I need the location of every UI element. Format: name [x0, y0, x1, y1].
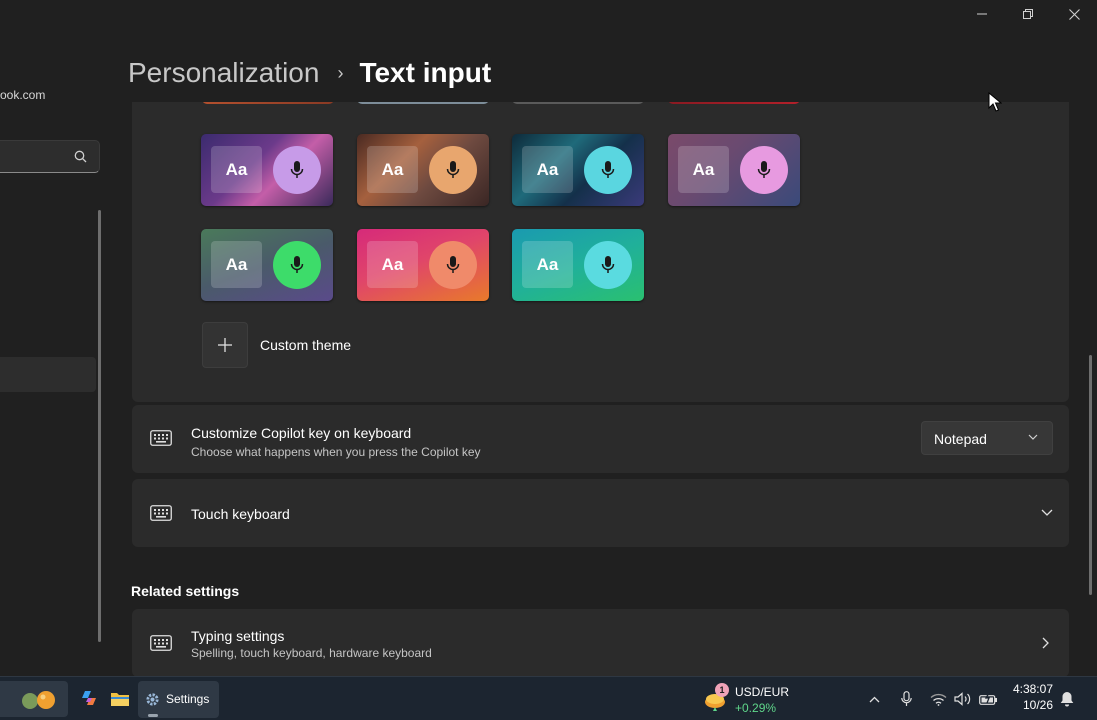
themes-card: Aa Aa Aa Aa Aa Aa Aa Custom theme [132, 102, 1069, 402]
theme-thumb-partial[interactable] [512, 102, 644, 104]
window-controls [959, 0, 1097, 28]
microphone-icon [900, 691, 912, 706]
theme-preview-text: Aa [367, 146, 418, 193]
chevron-right-icon: › [337, 62, 344, 83]
theme-thumb[interactable]: Aa [357, 229, 489, 301]
plus-icon [202, 322, 248, 368]
chevron-up-icon [869, 696, 879, 702]
taskbar-app-group[interactable] [0, 681, 68, 717]
content-scrollbar[interactable] [1089, 355, 1092, 595]
widget-title: USD/EUR [735, 685, 790, 699]
touch-keyboard-setting[interactable]: Touch keyboard [132, 479, 1069, 547]
close-button[interactable] [1051, 0, 1097, 28]
chevron-down-icon [1028, 434, 1038, 440]
currency-widget[interactable]: 1 USD/EUR +0.29% [703, 683, 803, 717]
bell-icon [1060, 692, 1074, 707]
file-explorer-taskbar-icon[interactable] [107, 685, 133, 711]
microphone-icon [273, 241, 321, 289]
theme-preview-text: Aa [522, 146, 573, 193]
theme-preview-text: Aa [211, 146, 262, 193]
theme-thumb-partial[interactable] [668, 102, 800, 104]
chevron-down-icon [1041, 509, 1053, 516]
settings-taskbar-label: Settings [166, 692, 210, 706]
widget-value: +0.29% [735, 701, 777, 715]
battery-charging-icon [978, 693, 997, 705]
breadcrumb: Personalization › Text input [128, 56, 491, 90]
page-title: Text input [359, 57, 492, 88]
custom-theme-label: Custom theme [260, 337, 352, 353]
theme-thumb[interactable]: Aa [201, 134, 333, 206]
theme-thumb[interactable]: Aa [512, 134, 644, 206]
wifi-icon [930, 693, 946, 706]
theme-thumb[interactable]: Aa [201, 229, 333, 301]
theme-preview-text: Aa [522, 241, 573, 288]
copilot-key-setting: Customize Copilot key on keyboard Choose… [132, 405, 1069, 473]
microphone-icon [429, 146, 477, 194]
microphone-tray-button[interactable] [899, 687, 913, 711]
theme-preview-text: Aa [367, 241, 418, 288]
content-area: Aa Aa Aa Aa Aa Aa Aa Custom theme Custom… [0, 102, 1097, 676]
typing-settings-link[interactable]: Typing settings Spelling, touch keyboard… [132, 609, 1069, 676]
theme-preview-text: Aa [211, 241, 262, 288]
related-settings-heading: Related settings [131, 583, 240, 599]
keyboard-icon [150, 635, 172, 651]
close-icon [1068, 8, 1080, 20]
theme-thumb-partial[interactable] [357, 102, 489, 104]
copilot-icon [82, 691, 96, 705]
breadcrumb-personalization[interactable]: Personalization [128, 57, 319, 89]
clock[interactable]: 4:38:07 10/26 [1005, 682, 1053, 712]
speaker-icon [954, 692, 971, 706]
chevron-right-icon [1042, 637, 1049, 649]
copilot-key-subtitle: Choose what happens when you press the C… [191, 445, 481, 459]
custom-theme-button[interactable]: Custom theme [202, 322, 351, 368]
copilot-taskbar-icon[interactable] [76, 685, 102, 711]
theme-preview-text: Aa [678, 146, 729, 193]
minimize-icon [977, 13, 987, 15]
dropdown-selected-value: Notepad [934, 431, 987, 447]
battery-tray-button[interactable] [978, 687, 998, 711]
restore-icon [1023, 9, 1033, 19]
mouse-cursor-icon [988, 92, 1002, 112]
microphone-icon [429, 241, 477, 289]
keyboard-icon [150, 505, 172, 521]
typing-settings-title: Typing settings [191, 628, 285, 644]
minimize-button[interactable] [959, 0, 1005, 28]
taskbar: Settings 1 USD/EUR +0.29% 4:38:07 10/26 [0, 676, 1097, 720]
gear-icon [146, 693, 159, 706]
fruit-app-icon [22, 691, 55, 709]
touch-keyboard-title: Touch keyboard [191, 506, 290, 522]
microphone-icon [584, 146, 632, 194]
restore-button[interactable] [1005, 0, 1051, 28]
keyboard-icon [150, 430, 172, 446]
microphone-icon [584, 241, 632, 289]
copilot-key-dropdown[interactable]: Notepad [921, 421, 1053, 455]
typing-settings-subtitle: Spelling, touch keyboard, hardware keybo… [191, 646, 432, 660]
theme-thumb[interactable]: Aa [512, 229, 644, 301]
copilot-key-title: Customize Copilot key on keyboard [191, 425, 412, 441]
account-email: ook.com [0, 88, 46, 102]
show-hidden-icons-button[interactable] [866, 687, 882, 711]
notifications-button[interactable] [1058, 687, 1076, 711]
folder-icon [111, 692, 129, 706]
theme-thumb-partial[interactable] [202, 102, 334, 104]
notification-badge: 1 [715, 683, 729, 697]
microphone-icon [740, 146, 788, 194]
active-indicator [148, 714, 158, 717]
volume-tray-button[interactable] [953, 687, 973, 711]
microphone-icon [273, 146, 321, 194]
settings-taskbar-button[interactable]: Settings [138, 681, 219, 718]
network-tray-button[interactable] [929, 687, 947, 711]
theme-thumb[interactable]: Aa [357, 134, 489, 206]
clock-time: 4:38:07 [1012, 682, 1053, 696]
theme-thumb[interactable]: Aa [668, 134, 800, 206]
clock-date: 10/26 [1022, 698, 1053, 712]
